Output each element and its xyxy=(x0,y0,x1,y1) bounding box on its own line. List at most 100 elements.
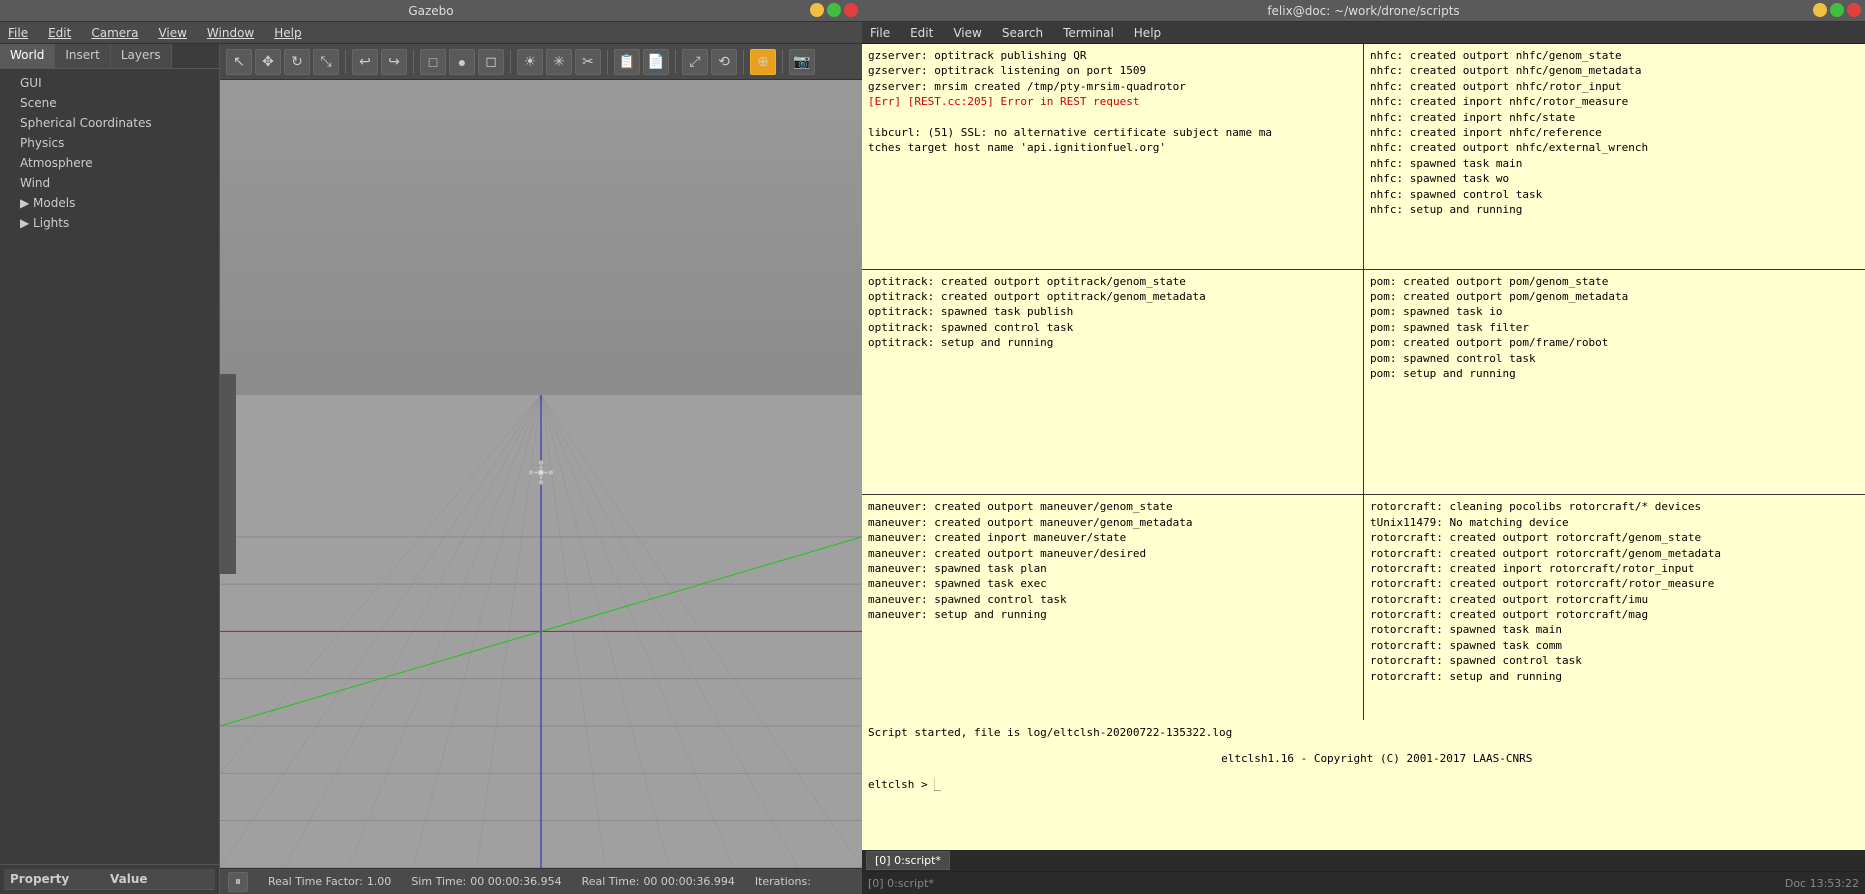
terminal-tab-bar: [0] 0:script* xyxy=(862,850,1865,872)
terminal-line: rotorcraft: created inport rotorcraft/ro… xyxy=(1370,561,1859,576)
tab-insert[interactable]: Insert xyxy=(55,44,110,68)
terminal-minimize-button[interactable] xyxy=(1813,3,1827,17)
terminal-pane-6[interactable]: rotorcraft: cleaning pocolibs rotorcraft… xyxy=(1364,495,1865,720)
terminal-line: pom: spawned task io xyxy=(1370,304,1859,319)
menu-help[interactable]: Help xyxy=(270,24,305,42)
rotate-tool-button[interactable]: ↻ xyxy=(284,49,310,75)
terminal-line: maneuver: created outport maneuver/desir… xyxy=(868,546,1357,561)
terminal-line: Script started, file is log/eltclsh-2020… xyxy=(868,726,1859,739)
tab-layers[interactable]: Layers xyxy=(111,44,172,68)
real-time-factor-value: 1.00 xyxy=(367,875,392,888)
left-panel: World Insert Layers GUI Scene Spherical … xyxy=(0,44,220,894)
world-tree: GUI Scene Spherical Coordinates Physics … xyxy=(0,69,219,864)
paste-button[interactable]: 📄 xyxy=(643,49,669,75)
tree-item-scene[interactable]: Scene xyxy=(0,93,219,113)
terminal-line: rotorcraft: created outport rotorcraft/g… xyxy=(1370,530,1859,545)
terminal-menu-view[interactable]: View xyxy=(949,24,985,42)
gazebo-maximize-button[interactable] xyxy=(827,3,841,17)
tree-item-wind[interactable]: Wind xyxy=(0,173,219,193)
dir-light-button[interactable]: ✂ xyxy=(575,49,601,75)
terminal-line: rotorcraft: spawned task comm xyxy=(1370,638,1859,653)
terminal-window-controls xyxy=(1813,3,1861,17)
terminal-line: nhfc: created inport nhfc/state xyxy=(1370,110,1859,125)
terminal-line: pom: spawned task filter xyxy=(1370,320,1859,335)
tree-item-atmosphere-label: Atmosphere xyxy=(20,156,93,170)
menu-view[interactable]: View xyxy=(154,24,190,42)
status-bar: ⏸ Real Time Factor: 1.00 Sim Time: 00 00… xyxy=(220,868,862,894)
terminal-pane-2[interactable]: nhfc: created outport nhfc/genom_state n… xyxy=(1364,44,1865,269)
terminal-line: tches target host name 'api.ignitionfuel… xyxy=(868,140,1357,155)
box-button[interactable]: □ xyxy=(420,49,446,75)
terminal-pane-3[interactable]: optitrack: created outport optitrack/gen… xyxy=(862,270,1363,495)
menu-file[interactable]: File xyxy=(4,24,32,42)
terminal-maximize-button[interactable] xyxy=(1830,3,1844,17)
menu-edit[interactable]: Edit xyxy=(44,24,75,42)
align2-button[interactable]: ⟲ xyxy=(711,49,737,75)
tree-item-spherical[interactable]: Spherical Coordinates xyxy=(0,113,219,133)
viewport-3d[interactable] xyxy=(220,80,862,868)
screenshot-button[interactable]: 📷 xyxy=(789,49,815,75)
spot-light-button[interactable]: ✳ xyxy=(546,49,572,75)
tab-world[interactable]: World xyxy=(0,44,55,68)
terminal-menu-help[interactable]: Help xyxy=(1130,24,1165,42)
terminal-menu-edit[interactable]: Edit xyxy=(906,24,937,42)
sim-time-value: 00 00:00:36.954 xyxy=(470,875,561,888)
sim-time-label: Sim Time: xyxy=(411,875,466,888)
terminal-line: nhfc: created inport nhfc/rotor_measure xyxy=(1370,94,1859,109)
scale-tool-button[interactable]: ⤡ xyxy=(313,49,339,75)
terminal-title-bar: felix@doc: ~/work/drone/scripts xyxy=(862,0,1865,22)
sim-time: Sim Time: 00 00:00:36.954 xyxy=(411,875,561,888)
terminal-line: optitrack: created outport optitrack/gen… xyxy=(868,289,1357,304)
tree-item-physics[interactable]: Physics xyxy=(0,133,219,153)
terminal-line: gzserver: mrsim created /tmp/pty-mrsim-q… xyxy=(868,79,1357,94)
align-button[interactable]: ⤢ xyxy=(682,49,708,75)
terminal-line: nhfc: created outport nhfc/genom_metadat… xyxy=(1370,63,1859,78)
redo-button[interactable]: ↪ xyxy=(381,49,407,75)
select-tool-button[interactable]: ↖ xyxy=(226,49,252,75)
tree-item-lights[interactable]: ▶ Lights xyxy=(0,213,219,233)
tree-item-wind-label: Wind xyxy=(20,176,50,190)
menu-camera[interactable]: Camera xyxy=(87,24,142,42)
pause-button[interactable]: ⏸ xyxy=(228,872,248,892)
terminal-line: nhfc: created outport nhfc/genom_state xyxy=(1370,48,1859,63)
world-tab-bar: World Insert Layers xyxy=(0,44,219,69)
real-time-factor: Real Time Factor: 1.00 xyxy=(268,875,391,888)
toolbar-sep2 xyxy=(413,50,414,74)
terminal-line xyxy=(868,765,1859,778)
cylinder-button[interactable]: ◻ xyxy=(478,49,504,75)
terminal-line: pom: setup and running xyxy=(1370,366,1859,381)
tree-item-atmosphere[interactable]: Atmosphere xyxy=(0,153,219,173)
terminal-line: rotorcraft: setup and running xyxy=(1370,669,1859,684)
tree-item-models[interactable]: ▶ Models xyxy=(0,193,219,213)
tree-item-physics-label: Physics xyxy=(20,136,64,150)
tree-item-gui[interactable]: GUI xyxy=(0,73,219,93)
terminal-menu-terminal[interactable]: Terminal xyxy=(1059,24,1118,42)
terminal-status-bar: [0] 0:script* Doc 13:53:22 xyxy=(862,872,1865,894)
terminal-pane-4[interactable]: pom: created outport pom/genom_state pom… xyxy=(1364,270,1865,495)
terminal-pane-1[interactable]: gzserver: optitrack publishing QR gzserv… xyxy=(862,44,1363,269)
terminal-line: libcurl: (51) SSL: no alternative certif… xyxy=(868,125,1357,140)
tree-item-spherical-label: Spherical Coordinates xyxy=(20,116,152,130)
undo-button[interactable]: ↩ xyxy=(352,49,378,75)
gazebo-close-button[interactable] xyxy=(844,3,858,17)
terminal-line: maneuver: created outport maneuver/genom… xyxy=(868,499,1357,514)
terminal-menu-file[interactable]: File xyxy=(866,24,894,42)
terminal-menu-search[interactable]: Search xyxy=(998,24,1047,42)
terminal-shell[interactable]: Script started, file is log/eltclsh-2020… xyxy=(862,720,1865,850)
terminal-grid: gzserver: optitrack publishing QR gzserv… xyxy=(862,44,1865,720)
gazebo-title: Gazebo xyxy=(408,4,453,18)
terminal-line: optitrack: spawned control task xyxy=(868,320,1357,335)
snap-button[interactable]: ⊕ xyxy=(750,49,776,75)
real-time-factor-label: Real Time Factor: xyxy=(268,875,363,888)
menu-window[interactable]: Window xyxy=(203,24,258,42)
terminal-tab-script[interactable]: [0] 0:script* xyxy=(866,851,950,870)
drone-model xyxy=(529,461,553,488)
terminal-pane-5[interactable]: maneuver: created outport maneuver/genom… xyxy=(862,495,1363,720)
move-tool-button[interactable]: ✥ xyxy=(255,49,281,75)
copy-button[interactable]: 📋 xyxy=(614,49,640,75)
sphere-button[interactable]: ● xyxy=(449,49,475,75)
point-light-button[interactable]: ☀ xyxy=(517,49,543,75)
terminal-line: eltclsh1.16 - Copyright (C) 2001-2017 LA… xyxy=(868,752,1859,765)
terminal-close-button[interactable] xyxy=(1847,3,1861,17)
gazebo-minimize-button[interactable] xyxy=(810,3,824,17)
